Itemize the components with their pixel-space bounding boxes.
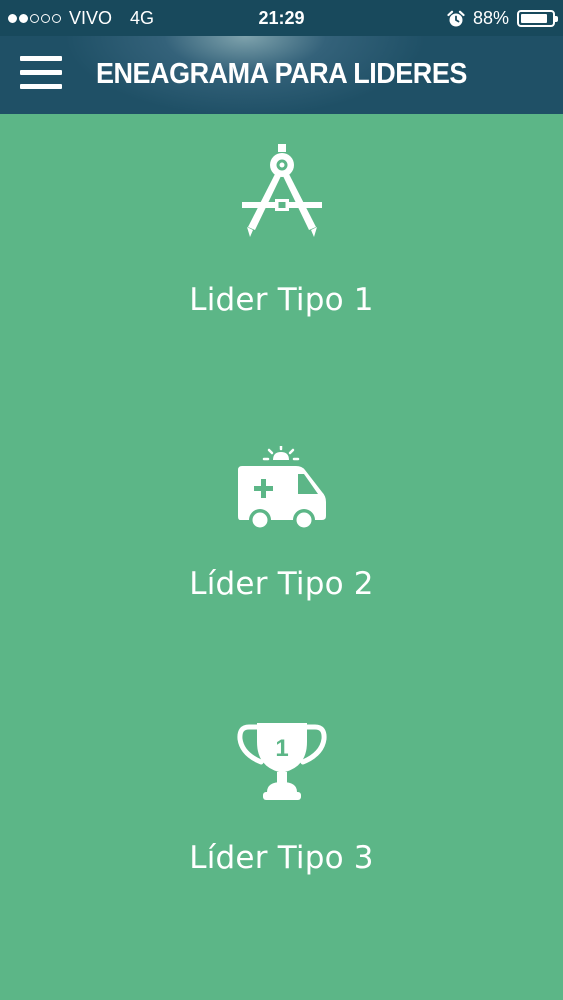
leader-type-1-label: Lider Tipo 1 xyxy=(189,282,374,318)
trophy-number: 1 xyxy=(275,735,288,762)
page-title: ENEAGRAMA PARA LIDERES xyxy=(96,58,467,90)
leader-type-2-item[interactable]: Líder Tipo 2 xyxy=(0,446,563,626)
ambulance-icon xyxy=(238,446,326,531)
battery-fill xyxy=(521,14,548,23)
alarm-clock-icon xyxy=(447,10,465,26)
app-header: ENEAGRAMA PARA LIDERES xyxy=(0,36,563,114)
status-bar-right: 88% xyxy=(447,8,558,29)
trophy-icon: 1 xyxy=(237,723,327,800)
drafting-compass-icon xyxy=(242,144,322,237)
leader-type-3-item[interactable]: 1 Líder Tipo 3 xyxy=(0,720,563,900)
status-bar: VIVO 4G 21:29 88% xyxy=(0,0,563,36)
battery-icon xyxy=(517,10,558,27)
leader-type-list: Lider Tipo 1 Líder Tipo 2 1 Líder Tipo 3 xyxy=(0,114,563,1000)
battery-percent: 88% xyxy=(472,8,509,28)
leader-type-1-item[interactable]: Lider Tipo 1 xyxy=(0,144,563,344)
leader-type-3-label: Líder Tipo 3 xyxy=(189,840,374,876)
leader-type-2-label: Líder Tipo 2 xyxy=(189,566,374,602)
hamburger-menu-icon[interactable] xyxy=(20,56,62,90)
